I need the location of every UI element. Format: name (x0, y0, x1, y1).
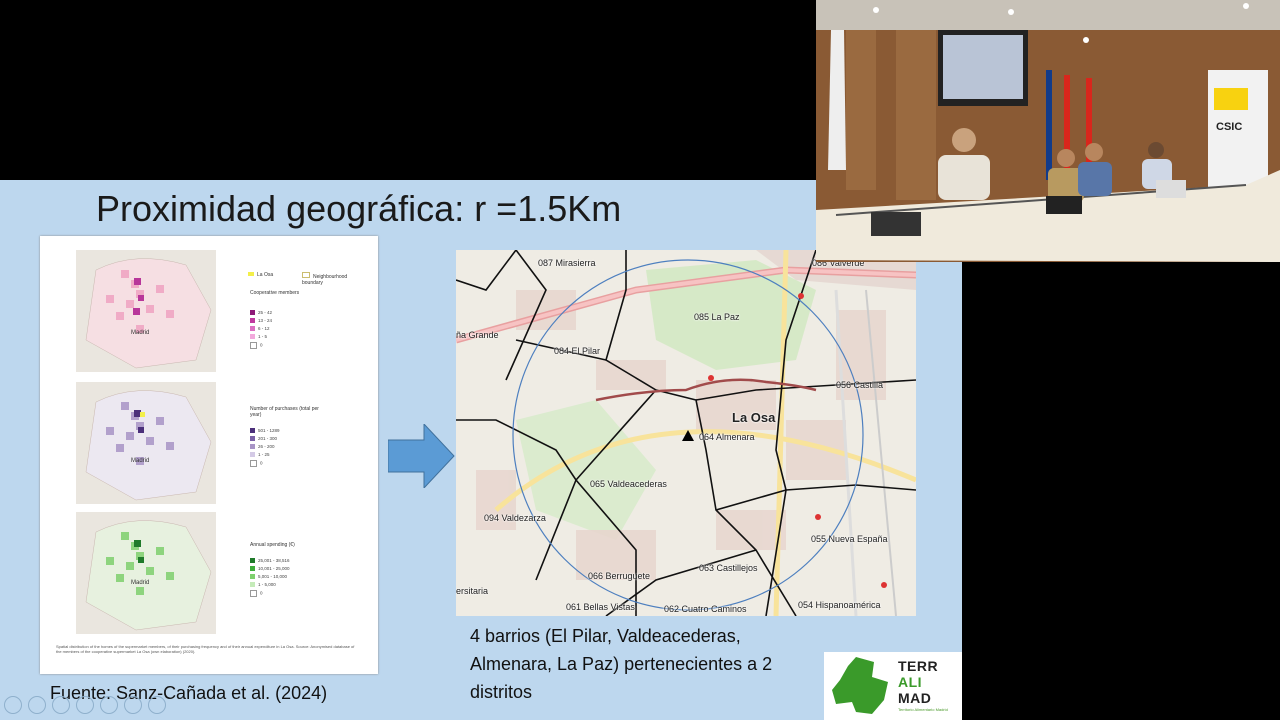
legend-title-spending: Annual spending (€) (250, 542, 295, 548)
control-icon[interactable] (76, 696, 94, 714)
right-arrow-icon (388, 424, 455, 488)
terralimad-logo: TERR ALI MAD Territorio Alimentario Madr… (824, 652, 962, 720)
figure-caption: Spatial distribution of the homes of the… (56, 644, 355, 654)
map-label: 065 Valdeacederas (590, 479, 667, 489)
control-icon[interactable] (148, 696, 166, 714)
map-label: 054 Hispanoamérica (798, 600, 881, 610)
map-label: ersitaria (456, 586, 489, 596)
map-label: 084 El Pilar (554, 346, 601, 356)
map-label: 062 Cuatro Caminos (664, 604, 747, 614)
madrid-region-icon (832, 657, 888, 714)
map-panel-purchases: Madrid (76, 382, 216, 504)
legend-item: 0 (250, 460, 263, 467)
map-label: 055 Nueva España (811, 534, 888, 544)
legend-item: 1 - 25 (250, 452, 270, 458)
madrid-label: Madrid (131, 580, 149, 586)
conference-room-image: CSIC (816, 0, 1280, 262)
map-label: 066 Berruguete (588, 571, 651, 581)
members-map-svg: Madrid (85, 258, 212, 369)
legend-item: 13 - 24 (250, 318, 272, 324)
legend-item: 0 (250, 342, 263, 349)
map-label: 064 Almenara (699, 432, 755, 442)
legend-title-purchases: Number of purchases (total per year) (250, 406, 319, 418)
figure-three-maps: La Osa Neighbourhood boundary Madrid Coo… (40, 236, 378, 674)
speaker-video-feed: CSIC (816, 0, 1280, 262)
legend-item: 10,001 - 25,000 (250, 566, 290, 572)
map-label: 061 Bellas Vistas (566, 602, 635, 612)
logo-line-1: TERR (898, 658, 939, 674)
map-panel-members: Madrid (76, 250, 216, 372)
map-label: 094 Valdezarza (484, 513, 546, 523)
csic-sign: CSIC (1216, 121, 1242, 133)
legend-item: 5,001 - 10,000 (250, 574, 287, 580)
purchases-map-svg: Madrid (85, 390, 212, 501)
control-icon[interactable] (124, 696, 142, 714)
control-icon[interactable] (28, 696, 46, 714)
street-map-svg (456, 250, 916, 616)
legend-item: 1 - 5 (250, 334, 267, 340)
legend-item: 26 - 200 (250, 444, 275, 450)
control-icon[interactable] (52, 696, 70, 714)
legend-la-osa: La Osa (248, 272, 273, 278)
neighbourhoods-summary: 4 barrios (El Pilar, Valdeacederas, Alme… (470, 626, 773, 702)
map-label: ña Grande (456, 330, 499, 340)
control-icon[interactable] (100, 696, 118, 714)
neighbourhood-map: 087 Mirasierra 086 Valverde 085 La Paz 0… (456, 250, 916, 616)
slide-title: Proximidad geográfica: r =1.5Km (96, 188, 622, 229)
la-osa-label: La Osa (732, 410, 776, 425)
spending-map-svg: Madrid (85, 520, 212, 631)
legend-item: 25,001 - 38,516 (250, 558, 290, 564)
madrid-label: Madrid (131, 330, 149, 336)
legend-neighbourhood: Neighbourhood boundary (302, 272, 348, 286)
control-icon[interactable] (4, 696, 22, 714)
legend-item: 201 - 300 (250, 436, 277, 442)
legend-item: 1 - 5,000 (250, 582, 276, 588)
player-controls[interactable] (4, 696, 172, 719)
legend-title-members: Cooperative members (250, 290, 300, 296)
map-panel-spending: Madrid (76, 512, 216, 634)
legend-item: 0 (250, 590, 263, 597)
logo-subtitle: Territorio Alimentario Madrid (898, 707, 948, 712)
legend-item: 25 - 42 (250, 310, 272, 316)
madrid-label: Madrid (131, 458, 149, 464)
map-label: 056 Castilla (836, 380, 884, 390)
logo-line-2: ALI (898, 674, 923, 690)
legend-item: 6 - 12 (250, 326, 270, 332)
legend-item: 501 - 1289 (250, 428, 280, 434)
logo-line-3: MAD (898, 690, 932, 706)
map-label: 085 La Paz (694, 312, 740, 322)
map-label: 087 Mirasierra (538, 258, 596, 268)
map-label: 063 Castillejos (699, 563, 758, 573)
